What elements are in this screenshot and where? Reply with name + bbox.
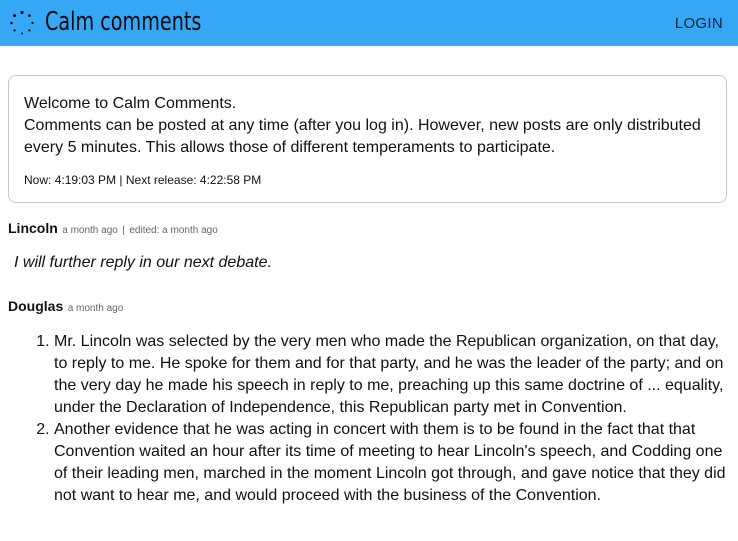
app-title: Calm comments xyxy=(45,7,202,37)
list-item: Another evidence that he was acting in c… xyxy=(54,419,733,507)
meta-separator: | xyxy=(122,225,125,236)
comment-text: I will further reply in our next debate. xyxy=(14,254,272,271)
list-item: Mr. Lincoln was selected by the very men… xyxy=(54,331,733,419)
next-release-time: 4:22:58 PM xyxy=(199,173,262,187)
dotted-circle-logo-icon xyxy=(10,10,34,35)
comment-time: a month ago xyxy=(67,303,124,314)
now-label: Now: xyxy=(24,173,52,187)
welcome-card: Welcome to Calm Comments. Comments can b… xyxy=(8,75,727,203)
next-release-label: Next release: xyxy=(125,173,197,187)
comment-header: Lincoln a month ago | edited: a month ag… xyxy=(8,220,733,238)
welcome-description: Comments can be posted at any time (afte… xyxy=(24,117,701,156)
now-time: 4:19:03 PM xyxy=(54,173,117,187)
comment-header: Douglas a month ago xyxy=(8,298,733,316)
timing-separator: | xyxy=(119,173,123,187)
release-timing: Now: 4:19:03 PM | Next release: 4:22:58 … xyxy=(24,173,711,187)
comment-lincoln: Lincoln a month ago | edited: a month ag… xyxy=(8,220,733,274)
welcome-heading: Welcome to Calm Comments. xyxy=(24,95,237,112)
top-app-bar: Calm comments LOGIN xyxy=(0,0,738,46)
login-button[interactable]: LOGIN xyxy=(675,15,723,33)
comment-edited: edited: a month ago xyxy=(129,225,218,236)
comment-douglas: Douglas a month ago Mr. Lincoln was sele… xyxy=(8,298,733,507)
comment-body: Mr. Lincoln was selected by the very men… xyxy=(8,331,733,507)
comment-author[interactable]: Douglas xyxy=(8,298,63,314)
points-list: Mr. Lincoln was selected by the very men… xyxy=(8,331,733,507)
comment-author[interactable]: Lincoln xyxy=(8,220,58,236)
comment-time: a month ago xyxy=(62,225,118,236)
